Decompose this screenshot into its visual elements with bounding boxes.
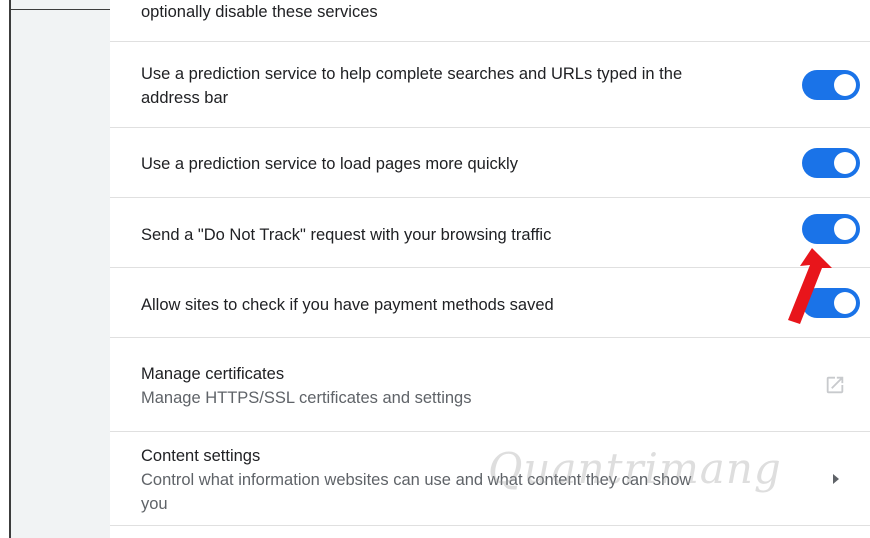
content-settings-subtitle: Control what information websites can us… bbox=[141, 471, 692, 513]
setting-label: Use a prediction service to load pages m… bbox=[141, 155, 518, 173]
content-settings-title: Content settings bbox=[141, 447, 261, 465]
intro-row: optionally disable these services bbox=[110, 0, 870, 42]
intro-text: optionally disable these services bbox=[141, 3, 378, 21]
manage-certificates-subtitle: Manage HTTPS/SSL certificates and settin… bbox=[141, 389, 472, 407]
payment-methods-toggle[interactable] bbox=[802, 288, 860, 318]
setting-row-manage-certificates[interactable]: Manage certificates Manage HTTPS/SSL cer… bbox=[110, 338, 870, 432]
setting-label: Use a prediction service to help complet… bbox=[141, 65, 683, 107]
page-prediction-toggle[interactable] bbox=[802, 148, 860, 178]
window-frame-left bbox=[0, 0, 11, 538]
external-link-icon[interactable] bbox=[824, 374, 846, 396]
settings-sidebar bbox=[11, 0, 110, 538]
setting-row-content-settings[interactable]: Content settings Control what informatio… bbox=[110, 432, 870, 526]
manage-certificates-title: Manage certificates bbox=[141, 365, 285, 383]
setting-row-do-not-track[interactable]: Send a "Do Not Track" request with your … bbox=[110, 198, 870, 268]
toggle-knob bbox=[834, 74, 856, 96]
do-not-track-toggle[interactable] bbox=[802, 214, 860, 244]
privacy-settings-card: optionally disable these services Use a … bbox=[110, 0, 870, 538]
setting-row-page-prediction[interactable]: Use a prediction service to load pages m… bbox=[110, 128, 870, 198]
setting-label: Send a "Do Not Track" request with your … bbox=[141, 226, 552, 244]
setting-label: Allow sites to check if you have payment… bbox=[141, 296, 554, 314]
setting-row-payment-methods[interactable]: Allow sites to check if you have payment… bbox=[110, 268, 870, 338]
search-prediction-toggle[interactable] bbox=[802, 70, 860, 100]
chevron-right-icon[interactable] bbox=[831, 472, 841, 486]
toggle-knob bbox=[834, 152, 856, 174]
toggle-knob bbox=[834, 292, 856, 314]
toggle-knob bbox=[834, 218, 856, 240]
setting-row-search-prediction[interactable]: Use a prediction service to help complet… bbox=[110, 42, 870, 128]
